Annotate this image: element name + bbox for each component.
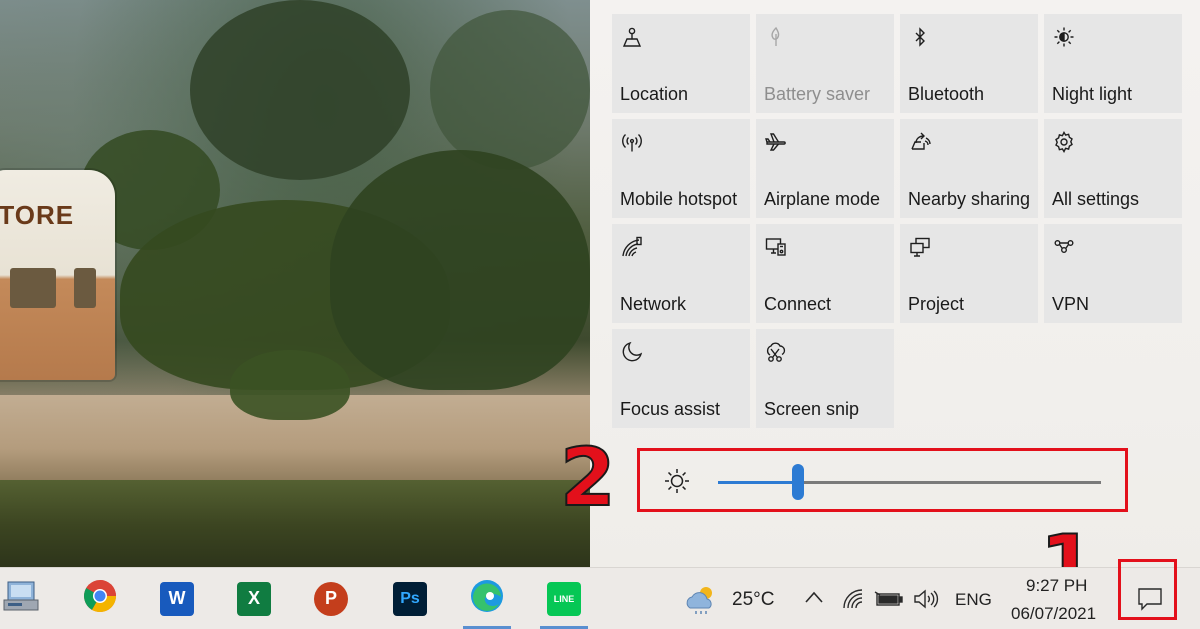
chrome-icon: [83, 579, 117, 618]
tile-label: Connect: [764, 294, 832, 314]
bush: [230, 350, 350, 420]
powerpoint-icon: P: [314, 581, 348, 616]
project-icon: [909, 236, 931, 258]
edge-icon: [469, 578, 505, 619]
clock-date[interactable]: 06/07/2021: [1011, 604, 1096, 624]
tile-night-light[interactable]: Night light: [1044, 14, 1182, 113]
taskbar-app-word[interactable]: W: [147, 568, 207, 629]
tile-label: Night light: [1052, 84, 1133, 104]
tile-label: Location: [620, 84, 689, 104]
connect-icon: [765, 236, 787, 258]
tile-airplane-mode[interactable]: Airplane mode: [756, 119, 894, 218]
airplane-icon: [765, 131, 787, 153]
taskbar-app-powerpoint[interactable]: P: [301, 568, 361, 629]
line-icon: LINE: [547, 581, 581, 616]
nearby-sharing-icon: [909, 131, 931, 153]
tile-label: All settings: [1052, 189, 1140, 209]
tile-mobile-hotspot[interactable]: Mobile hotspot: [612, 119, 750, 218]
taskbar-app-chrome[interactable]: [70, 568, 130, 629]
night-light-icon: [1053, 26, 1075, 48]
brightness-slider-thumb[interactable]: [792, 464, 805, 500]
van-window: [10, 268, 56, 308]
step-number-2: 2: [559, 431, 617, 524]
word-icon: W: [160, 581, 194, 616]
tree: [190, 0, 410, 180]
taskbar-app-excel[interactable]: X: [224, 568, 284, 629]
tile-label: Mobile hotspot: [620, 189, 738, 209]
water: [0, 480, 590, 567]
taskbar: W X P Ps LINE 25°C ENG 9:27 PH 06/07/202…: [0, 567, 1200, 629]
camper-van: STORE: [0, 170, 115, 380]
tile-focus-assist[interactable]: Focus assist: [612, 329, 750, 428]
highlight-box-brightness: [637, 448, 1128, 512]
van-sign: STORE: [0, 200, 75, 230]
speaker-icon[interactable]: [913, 589, 939, 614]
desktop-wallpaper: STORE: [0, 0, 590, 567]
vpn-icon: [1053, 236, 1075, 258]
brightness-slider[interactable]: [718, 464, 1101, 500]
highlight-box-action-center: [1118, 559, 1177, 620]
screen-snip-icon: [765, 341, 787, 363]
tile-location[interactable]: Location: [612, 14, 750, 113]
bluetooth-icon: [909, 26, 931, 48]
brightness-icon: [662, 466, 692, 496]
language-indicator[interactable]: ENG: [955, 590, 992, 610]
weather-cloudy-icon: [684, 582, 720, 621]
network-status-icon[interactable]: [842, 588, 864, 615]
tile-label: Bluetooth: [908, 84, 985, 104]
van-window: [74, 268, 96, 308]
network-icon: [621, 236, 643, 258]
tile-screen-snip[interactable]: Screen snip: [756, 329, 894, 428]
location-icon: [621, 26, 643, 48]
tile-label: Screen snip: [764, 399, 860, 419]
tile-network[interactable]: Network: [612, 224, 750, 323]
clock-time[interactable]: 9:27 PH: [1026, 576, 1087, 596]
tile-project[interactable]: Project: [900, 224, 1038, 323]
tile-label: Airplane mode: [764, 189, 881, 209]
excel-icon: X: [237, 581, 271, 616]
tile-battery-saver[interactable]: Battery saver: [756, 14, 894, 113]
moon-icon: [621, 341, 643, 363]
tile-label: Network: [620, 294, 687, 314]
battery-icon[interactable]: [874, 589, 904, 614]
tile-bluetooth[interactable]: Bluetooth: [900, 14, 1038, 113]
photoshop-icon: Ps: [393, 581, 427, 616]
mobile-hotspot-icon: [621, 131, 643, 153]
quick-actions-grid: Location Battery saver Bluetooth Night l…: [612, 14, 1182, 428]
weather-temperature[interactable]: 25°C: [732, 589, 774, 611]
brightness-slider-fill: [718, 481, 799, 484]
battery-saver-icon: [765, 26, 787, 48]
taskbar-app-photoshop[interactable]: Ps: [380, 568, 440, 629]
tile-label: Nearby sharing: [908, 189, 1031, 209]
tile-label: VPN: [1052, 294, 1090, 314]
tile-label: Project: [908, 294, 965, 314]
tile-nearby-sharing[interactable]: Nearby sharing: [900, 119, 1038, 218]
taskbar-app-line[interactable]: LINE: [534, 568, 594, 629]
tile-vpn[interactable]: VPN: [1044, 224, 1182, 323]
tile-all-settings[interactable]: All settings: [1044, 119, 1182, 218]
taskbar-app-edge[interactable]: [457, 568, 517, 629]
computer-icon: [2, 578, 42, 619]
bush: [330, 150, 590, 390]
tile-label: Battery saver: [764, 84, 871, 104]
tile-label: Focus assist: [620, 399, 721, 419]
tree: [430, 10, 590, 170]
chevron-up-icon[interactable]: [804, 590, 824, 609]
taskbar-app-network-drive[interactable]: [0, 568, 52, 629]
tile-connect[interactable]: Connect: [756, 224, 894, 323]
gear-icon: [1053, 131, 1075, 153]
